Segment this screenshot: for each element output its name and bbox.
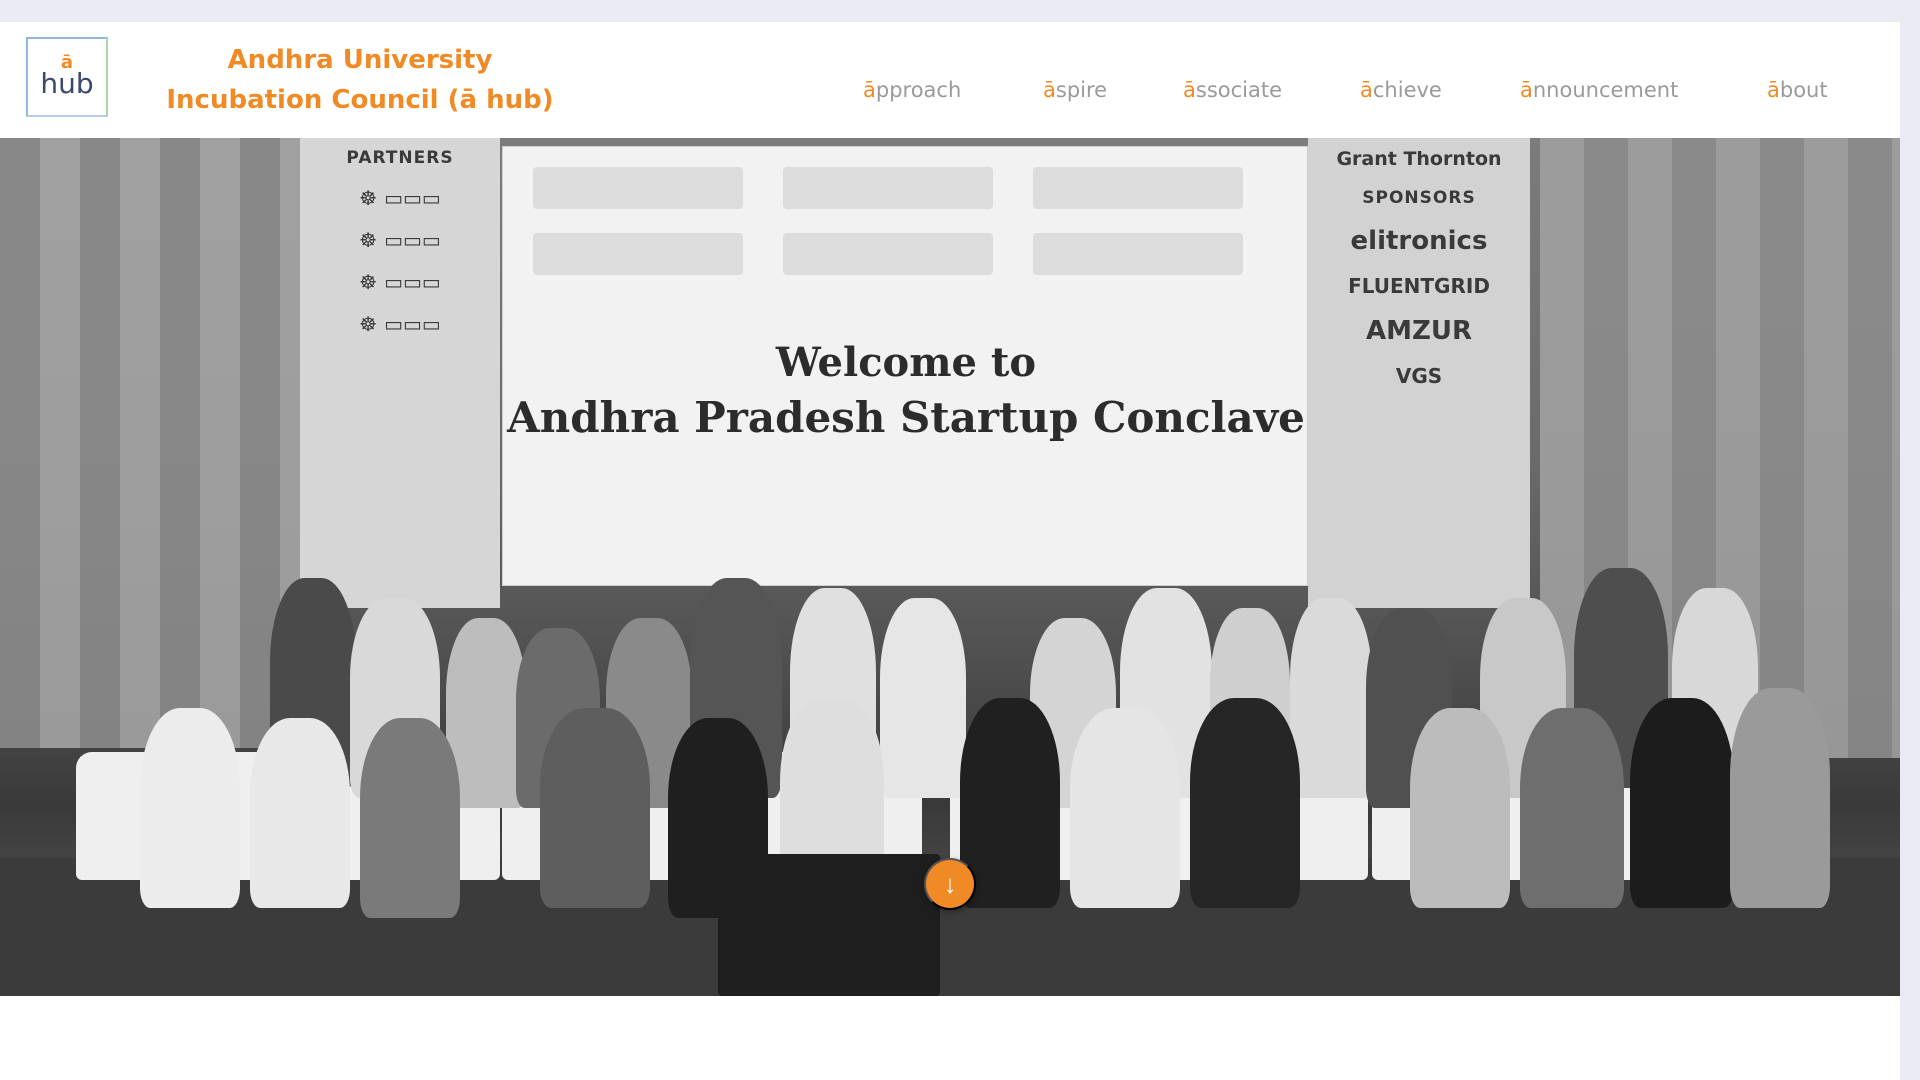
backdrop-logo xyxy=(1033,167,1243,209)
nav-about[interactable]: ābout xyxy=(1767,78,1828,102)
welcome-line2: Andhra Pradesh Startup Conclave xyxy=(507,393,1305,442)
nav-label: nnouncement xyxy=(1532,78,1679,102)
sponsor-logo: Grant Thornton xyxy=(1336,148,1502,170)
partners-banner: PARTNERS ☸ ▭▭▭ ☸ ▭▭▭ ☸ ▭▭▭ ☸ ▭▭▭ xyxy=(300,138,500,608)
nav-accent: ā xyxy=(1520,78,1533,102)
backdrop-logo xyxy=(533,167,743,209)
nav-label: ssociate xyxy=(1195,78,1283,102)
nav-accent: ā xyxy=(1767,78,1780,102)
person xyxy=(1630,698,1734,908)
person xyxy=(1190,698,1300,908)
person xyxy=(1070,708,1180,908)
nav-accent: ā xyxy=(1043,78,1056,102)
sponsor-logo: AMZUR xyxy=(1366,316,1472,346)
partner-logo: ☸ ▭▭▭ xyxy=(359,312,441,336)
nav-approach[interactable]: āpproach xyxy=(863,78,961,102)
person xyxy=(1410,708,1510,908)
person xyxy=(360,718,460,918)
group-photo-people xyxy=(80,568,1840,996)
person xyxy=(1730,688,1830,908)
nav-label: pproach xyxy=(875,78,962,102)
site-header: ā hub Andhra University Incubation Counc… xyxy=(0,22,1900,138)
nav-accent: ā xyxy=(863,78,876,102)
backdrop-logo xyxy=(783,233,993,275)
nav-label: chieve xyxy=(1372,78,1442,102)
window-scrollbar[interactable] xyxy=(1900,0,1920,1080)
person xyxy=(250,718,350,908)
nav-label: bout xyxy=(1779,78,1828,102)
page: ā hub Andhra University Incubation Counc… xyxy=(0,22,1900,1080)
partner-logo: ☸ ▭▭▭ xyxy=(359,228,441,252)
brand-title-line1: Andhra University xyxy=(227,45,493,75)
partners-heading: PARTNERS xyxy=(346,148,454,168)
hero-image: PARTNERS ☸ ▭▭▭ ☸ ▭▭▭ ☸ ▭▭▭ ☸ ▭▭▭ Welcome… xyxy=(0,138,1900,996)
backdrop-logo xyxy=(783,167,993,209)
backdrop-logo xyxy=(1033,233,1243,275)
conclave-backdrop: Welcome to Andhra Pradesh Startup Concla… xyxy=(502,146,1308,586)
person xyxy=(540,708,650,908)
sponsor-logo: FLUENTGRID xyxy=(1348,274,1490,298)
welcome-text: Welcome to Andhra Pradesh Startup Concla… xyxy=(503,337,1309,447)
scroll-down-button[interactable]: ↓ xyxy=(924,858,976,910)
nav-accent: ā xyxy=(1183,78,1196,102)
nav-achieve[interactable]: āchieve xyxy=(1360,78,1442,102)
person xyxy=(1520,708,1624,908)
backdrop-logos xyxy=(533,167,1279,287)
sponsors-heading: SPONSORS xyxy=(1362,188,1476,208)
person xyxy=(880,598,966,798)
nav-accent: ā xyxy=(1360,78,1373,102)
backdrop-logo xyxy=(533,233,743,275)
nav-announcement[interactable]: ānnouncement xyxy=(1520,78,1678,102)
nav-label: spire xyxy=(1055,78,1108,102)
sponsor-logo: elitronics xyxy=(1350,226,1488,256)
person xyxy=(140,708,240,908)
partner-logo: ☸ ▭▭▭ xyxy=(359,186,441,210)
stage-speaker xyxy=(718,854,940,996)
partner-logo: ☸ ▭▭▭ xyxy=(359,270,441,294)
sponsor-logo: VGS xyxy=(1395,364,1443,388)
main-nav: āpproach āspire āssociate āchieve ānnoun… xyxy=(0,78,1900,108)
nav-aspire[interactable]: āspire xyxy=(1043,78,1107,102)
welcome-line1: Welcome to xyxy=(775,339,1037,386)
nav-associate[interactable]: āssociate xyxy=(1183,78,1282,102)
arrow-down-icon: ↓ xyxy=(943,868,957,899)
person xyxy=(1290,598,1372,798)
sponsors-banner: Grant Thornton SPONSORS elitronics FLUEN… xyxy=(1308,138,1530,608)
